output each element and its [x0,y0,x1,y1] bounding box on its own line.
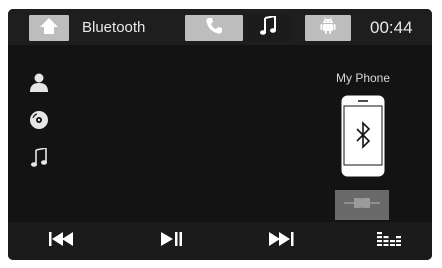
disc-icon [29,110,49,135]
home-button[interactable] [29,15,69,41]
playback-bar [8,222,432,260]
tab-android[interactable] [305,15,351,41]
top-bar: Bluetooth 00:44 [8,9,432,45]
play-pause-button[interactable] [146,226,198,256]
previous-button[interactable] [36,226,88,256]
tab-phone[interactable] [185,15,243,41]
android-icon [320,16,336,40]
previous-icon [49,231,75,251]
bluetooth-phone-icon [340,95,386,182]
equalizer-button[interactable] [363,226,415,256]
media-disc-button[interactable] [28,110,50,135]
device-name: My Phone [335,71,391,85]
bluetooth-screen: Bluetooth 00:44 My Phone [8,9,432,260]
music-note-icon [30,146,48,173]
clock: 00:44 [370,18,413,37]
next-icon [269,231,295,251]
bluetooth-music-button[interactable] [28,146,50,173]
device-phone[interactable] [340,94,386,183]
equalizer-icon [377,231,401,251]
page-title: Bluetooth [82,19,146,36]
connect-icon [344,196,380,214]
contact-person-icon [29,72,49,97]
connect-button[interactable] [335,190,389,220]
tab-music[interactable] [245,14,291,41]
play-pause-icon [161,231,183,251]
phone-icon [205,17,223,40]
music-note-icon [260,14,276,41]
next-button[interactable] [256,226,308,256]
home-icon [39,17,59,40]
contacts-button[interactable] [28,73,50,95]
